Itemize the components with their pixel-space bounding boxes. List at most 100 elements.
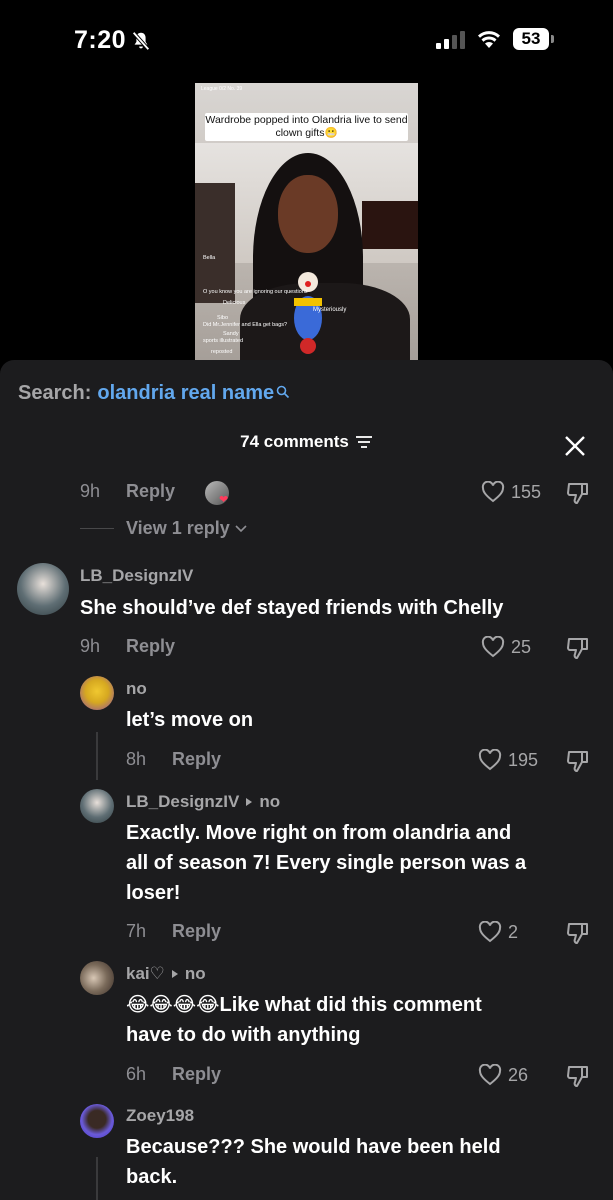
like-button[interactable]: 155 <box>481 481 541 503</box>
like-button[interactable]: 26 <box>478 1064 528 1086</box>
comment-text: have to do with anything <box>126 1024 361 1046</box>
reply-divider <box>80 528 114 529</box>
comment-text: loser! <box>126 882 181 904</box>
comment-username-text[interactable]: LB_DesignzIV <box>126 792 239 812</box>
like-button[interactable]: 195 <box>478 749 538 771</box>
reply-button[interactable]: Reply <box>172 1064 221 1085</box>
comment-time: 6h <box>126 1064 147 1084</box>
thread-line <box>96 1157 98 1200</box>
video-chat-line: reposted <box>211 349 233 355</box>
video-person-face <box>278 175 338 253</box>
comment-text: Because??? She would have been held <box>126 1136 501 1158</box>
sort-filter-icon[interactable] <box>355 435 373 449</box>
creator-heart-icon: ❤ <box>219 494 229 506</box>
search-icon <box>276 385 290 398</box>
dislike-icon[interactable] <box>565 920 591 946</box>
comment-text: all of season 7! Every single person was… <box>126 852 527 874</box>
video-tv <box>362 201 418 249</box>
gift-label: Mysteriously <box>313 307 347 313</box>
search-suggestion[interactable]: Search: olandria real name <box>18 382 290 405</box>
comment-time: 9h <box>80 481 101 501</box>
comment-text: let’s move on <box>126 709 254 731</box>
view-replies-button[interactable]: View 1 reply <box>126 518 248 539</box>
heart-icon[interactable] <box>478 1064 502 1086</box>
avatar[interactable] <box>17 563 69 615</box>
avatar[interactable] <box>80 789 114 823</box>
comment-text: Exactly. Move right on from olandria and <box>126 822 512 844</box>
avatar[interactable] <box>80 961 114 995</box>
like-count: 2 <box>508 921 519 942</box>
reply-button[interactable]: Reply <box>172 749 221 770</box>
comment-username: LB_DesignzIV no <box>126 792 280 812</box>
comment-actions: 8h Reply <box>126 749 221 770</box>
view-replies-label: View 1 reply <box>126 518 230 538</box>
thread-line <box>96 732 98 780</box>
clock-time: 7:20 <box>74 26 127 54</box>
comment-text: 😂😂😂😂Like what did this comment <box>126 994 482 1016</box>
video-chat-line: Sandy <box>223 331 239 337</box>
comment-username[interactable]: Zoey198 <box>126 1106 194 1126</box>
close-icon[interactable] <box>564 435 586 457</box>
heart-icon[interactable] <box>481 636 505 658</box>
like-count: 25 <box>511 636 532 657</box>
like-count: 155 <box>511 481 542 502</box>
dislike-icon[interactable] <box>565 1063 591 1089</box>
comment-text: back. <box>126 1166 178 1188</box>
comments-count: 74 comments <box>240 432 349 451</box>
comment-text: She should’ve def stayed friends with Ch… <box>80 597 504 619</box>
avatar[interactable] <box>80 676 114 710</box>
like-button[interactable]: 25 <box>481 636 531 658</box>
video-preview[interactable]: League 0/2 No. 39 Wardrobe popped into O… <box>195 83 418 368</box>
dislike-icon[interactable] <box>565 635 591 661</box>
video-chat-line: Sibo <box>217 315 229 321</box>
reply-button[interactable]: Reply <box>126 636 175 657</box>
comment-time: 7h <box>126 921 147 941</box>
comment-username[interactable]: LB_DesignzIV <box>80 566 193 586</box>
video-chat-line: Bella <box>203 255 216 261</box>
dislike-icon[interactable] <box>565 480 591 506</box>
comments-sheet: Search: olandria real name 74 comments 9… <box>0 360 613 1200</box>
avatar[interactable] <box>80 1104 114 1138</box>
silent-bell-icon <box>132 31 150 50</box>
video-chat-line: sports illustrated <box>203 338 244 344</box>
reply-to-username[interactable]: no <box>185 964 206 984</box>
reply-button[interactable]: Reply <box>126 481 175 502</box>
heart-icon[interactable] <box>478 749 502 771</box>
comment-actions: 7h Reply <box>126 921 221 942</box>
comment-username: kai♡ no <box>126 964 206 984</box>
comment-actions: 9h Reply <box>80 636 175 657</box>
video-chat-line: O you know you are ignoring our question… <box>203 289 308 295</box>
like-count: 195 <box>508 749 539 770</box>
comment-actions: 9h Reply <box>80 481 175 502</box>
video-top-text: League 0/2 No. 39 <box>201 86 243 92</box>
video-cabinet <box>195 183 235 303</box>
comment-username[interactable]: no <box>126 679 147 699</box>
comment-username-text[interactable]: kai♡ <box>126 964 165 984</box>
signal-icon <box>436 31 465 49</box>
dislike-icon[interactable] <box>565 748 591 774</box>
clock: 7:20 <box>74 26 152 55</box>
heart-icon[interactable] <box>478 921 502 943</box>
comment-actions: 6h Reply <box>126 1064 221 1085</box>
comment-time: 9h <box>80 636 101 656</box>
search-label: Search: <box>18 382 92 404</box>
chevron-down-icon <box>235 524 247 532</box>
reply-arrow-icon <box>171 970 178 978</box>
comments-header: 74 comments <box>0 432 613 452</box>
video-caption: Wardrobe popped into Olandria live to se… <box>205 113 408 141</box>
comment-time: 8h <box>126 749 147 769</box>
reply-to-username[interactable]: no <box>259 792 280 812</box>
search-query[interactable]: olandria real name <box>97 382 274 405</box>
reply-arrow-icon <box>246 798 253 806</box>
status-bar: 7:20 53 <box>0 0 613 80</box>
like-count: 26 <box>508 1064 529 1085</box>
reply-button[interactable]: Reply <box>172 921 221 942</box>
wifi-icon <box>478 31 500 48</box>
battery-indicator: 53 <box>513 28 549 50</box>
battery-tip <box>551 35 554 43</box>
like-button[interactable]: 2 <box>478 921 518 943</box>
video-chat-line: Did Mr.Jennifer and Ella get bags? <box>203 322 288 328</box>
video-chat-line: Delicious <box>223 300 246 306</box>
heart-icon[interactable] <box>481 481 505 503</box>
battery-level: 53 <box>521 29 541 48</box>
